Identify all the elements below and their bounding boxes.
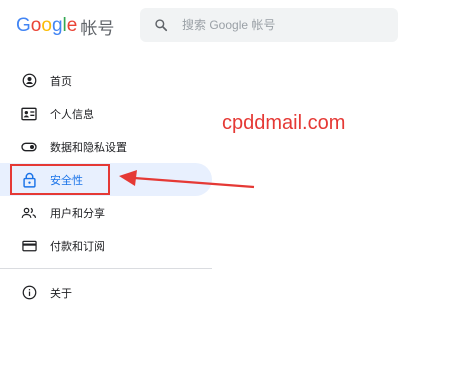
pointer-arrow-icon xyxy=(119,170,255,189)
